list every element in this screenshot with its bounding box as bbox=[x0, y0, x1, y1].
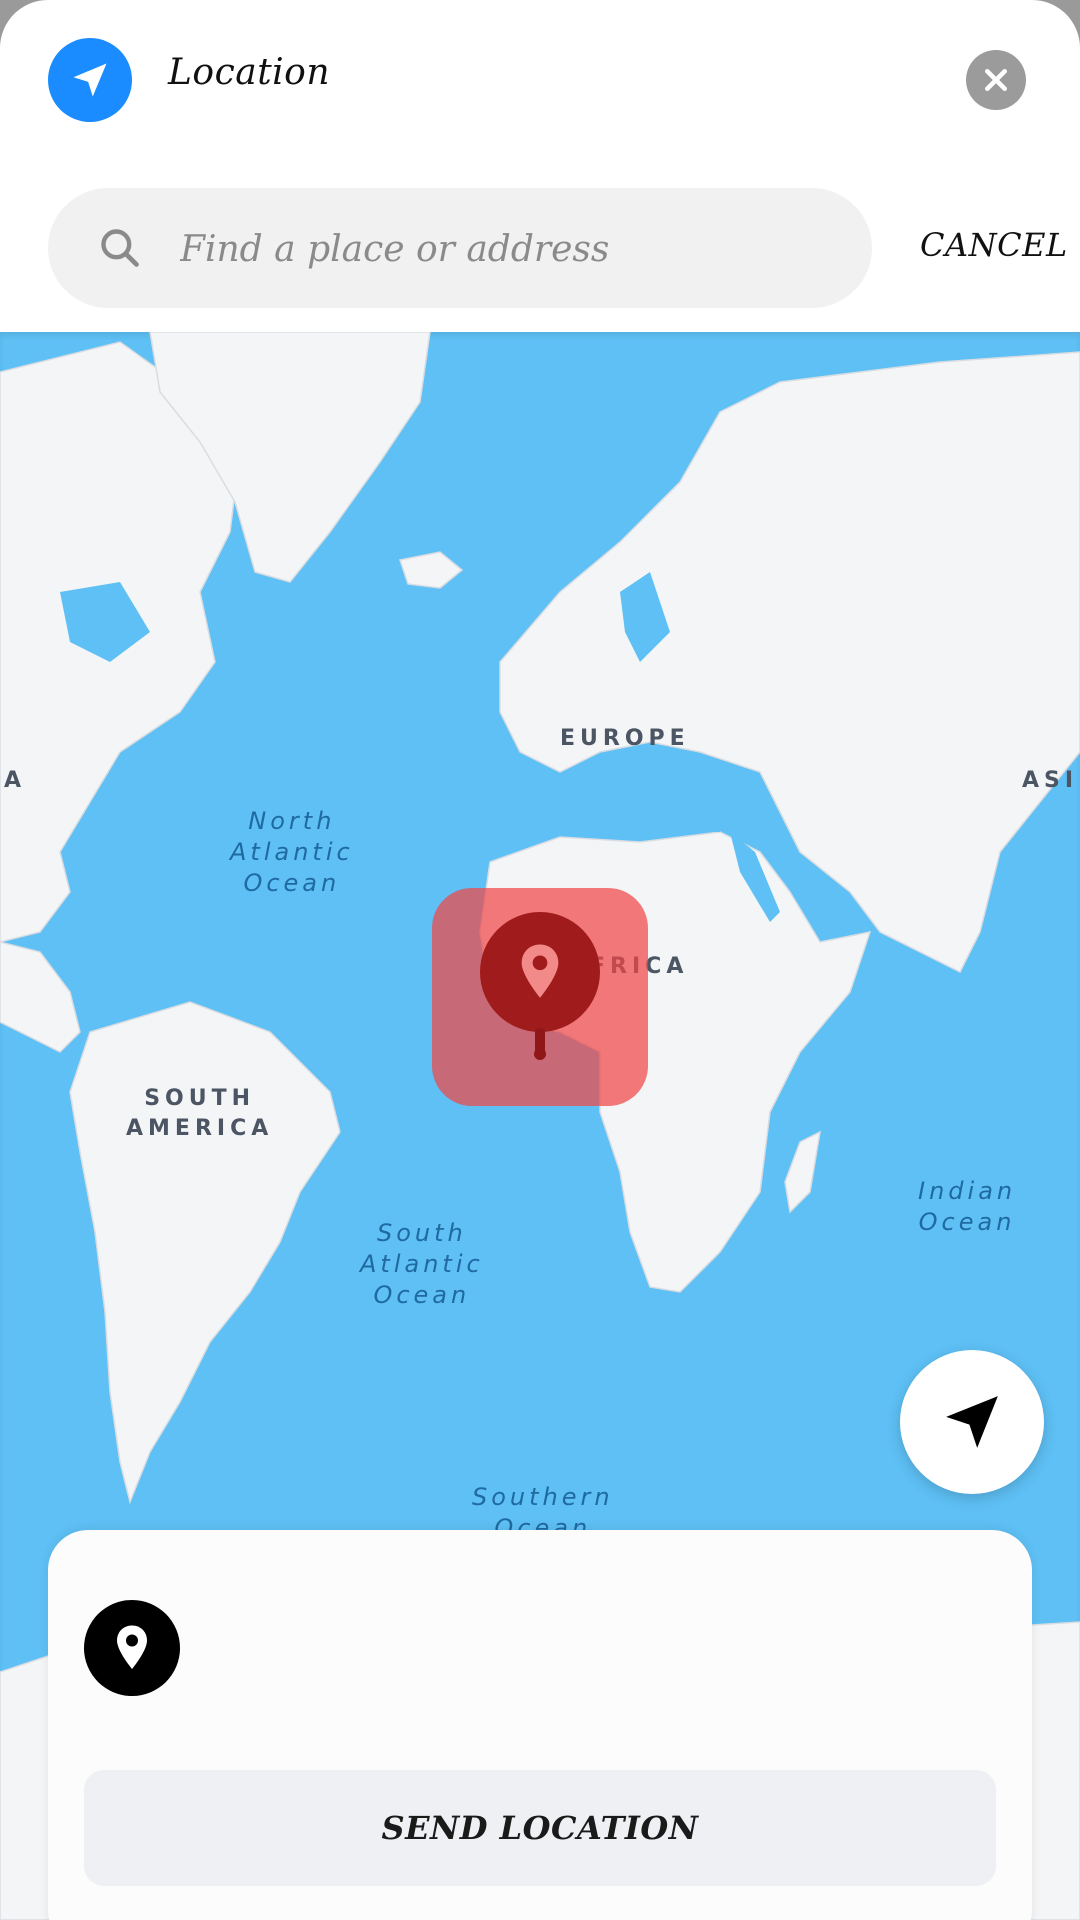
land-south-america bbox=[69, 1001, 341, 1505]
continent-label-america: A bbox=[4, 768, 27, 793]
close-button[interactable] bbox=[966, 50, 1026, 110]
land-iceland bbox=[399, 551, 464, 589]
marker-point bbox=[534, 1048, 546, 1060]
land-madagascar bbox=[784, 1130, 821, 1214]
address-pin-badge bbox=[84, 1600, 180, 1696]
search-input[interactable] bbox=[178, 188, 862, 310]
continent-label-south-america: SOUTH AMERICA bbox=[126, 1086, 274, 1141]
map-pin-icon bbox=[117, 1625, 147, 1669]
search-icon bbox=[101, 229, 139, 267]
ocean-label-south-atlantic: South Atlantic Ocean bbox=[360, 1219, 484, 1309]
ocean-label-indian: Indian Ocean bbox=[918, 1177, 1017, 1236]
close-icon bbox=[985, 69, 1007, 91]
mediterranean-sea bbox=[520, 782, 720, 832]
continent-label-asia: ASI bbox=[1022, 768, 1079, 793]
navigation-arrow-icon bbox=[946, 1396, 998, 1448]
navigation-arrow-icon bbox=[73, 63, 107, 97]
search-bar[interactable] bbox=[48, 188, 872, 310]
my-location-button[interactable] bbox=[900, 1350, 1044, 1494]
send-location-button[interactable]: SEND LOCATION bbox=[84, 1770, 996, 1886]
marker-circle[interactable] bbox=[480, 912, 600, 1032]
page-title: Location bbox=[168, 52, 331, 93]
land-central-america bbox=[0, 941, 81, 1053]
location-card: SEND LOCATION bbox=[48, 1530, 1032, 1920]
continent-label-europe: EUROPE bbox=[560, 726, 690, 751]
location-sheet: Location CANCEL bbox=[0, 0, 1080, 1920]
header: Location bbox=[0, 0, 1080, 160]
ocean-label-north-atlantic: North Atlantic Ocean bbox=[230, 807, 354, 897]
map-pin-icon bbox=[521, 944, 559, 998]
cancel-button[interactable]: CANCEL bbox=[920, 226, 1068, 264]
location-badge bbox=[48, 38, 132, 122]
